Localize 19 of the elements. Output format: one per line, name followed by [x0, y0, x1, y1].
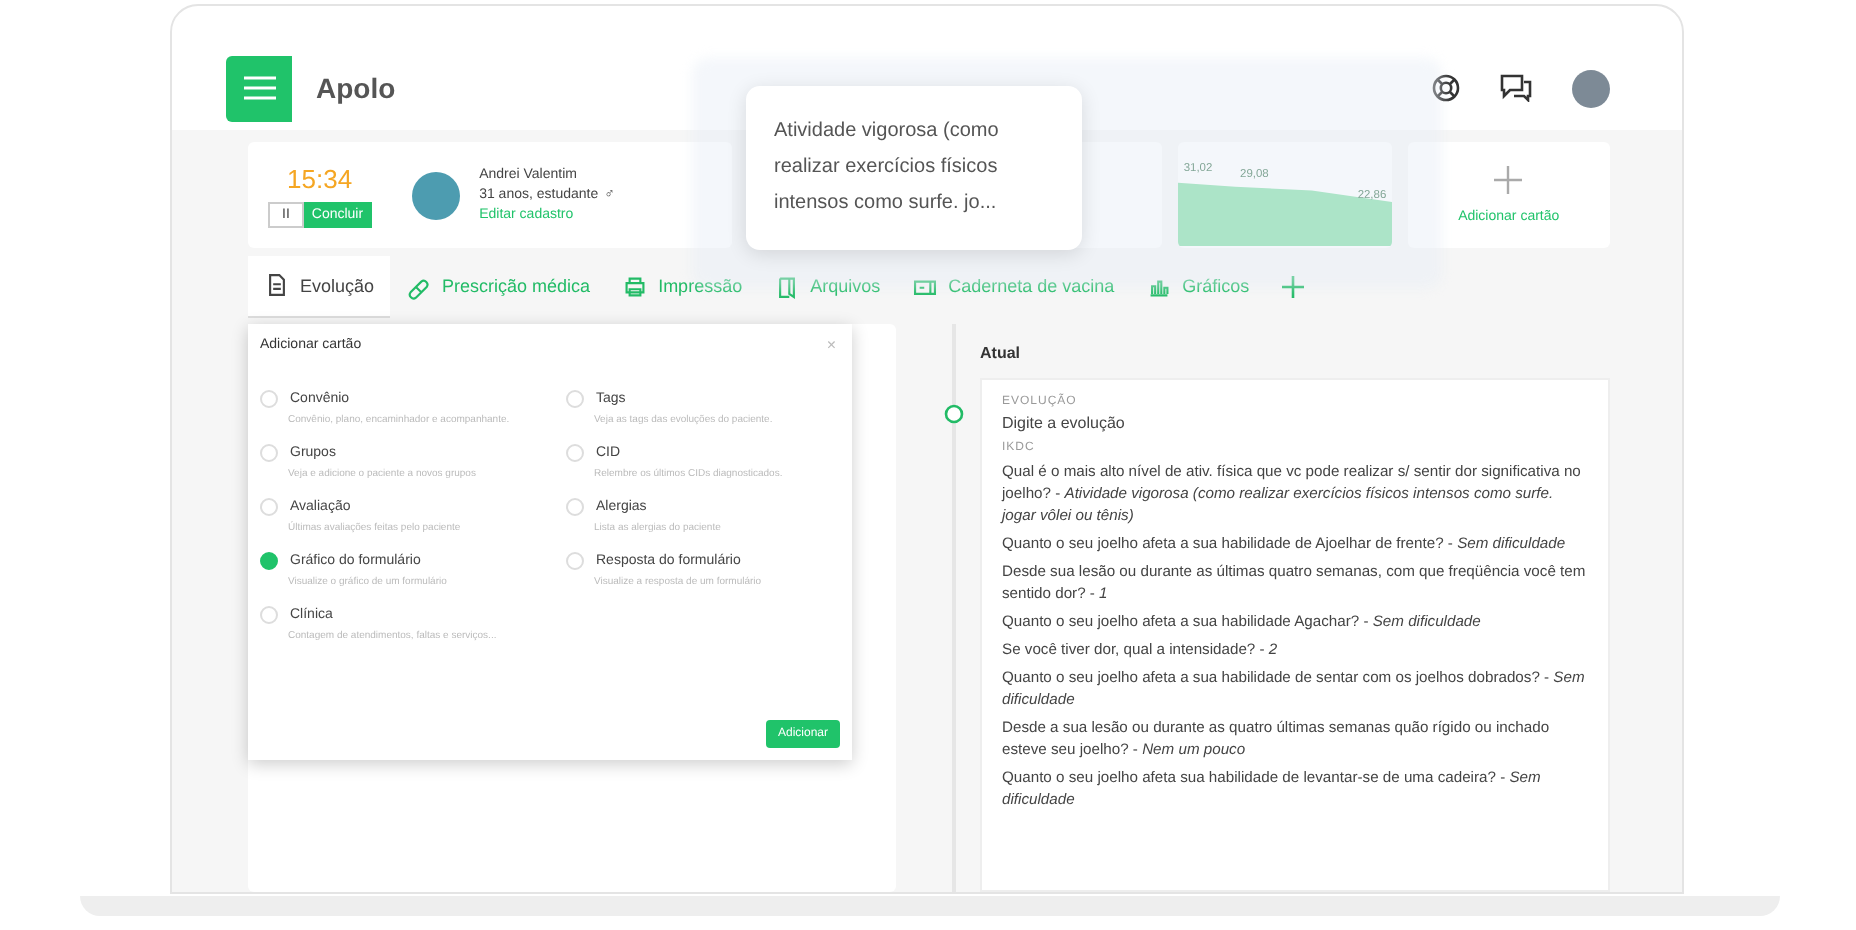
timeline-dot-icon — [944, 404, 964, 424]
radio-button[interactable] — [260, 552, 278, 570]
tab[interactable]: Evolução — [248, 255, 391, 317]
tab-icon — [774, 273, 801, 299]
plus-icon — [1494, 166, 1523, 194]
plus-icon — [1281, 275, 1304, 297]
menu-button[interactable] — [226, 55, 292, 121]
chat-icon[interactable] — [1500, 74, 1532, 102]
tooltip: Atividade vigorosa (como realizar exercícios físicos intensos como surfe. jo... — [746, 86, 1082, 250]
user-avatar[interactable] — [1572, 69, 1610, 107]
timer-text: 15:34 — [287, 163, 353, 193]
patient-avatar — [411, 171, 460, 219]
evolution-input[interactable]: Digite a evolução — [1002, 414, 1588, 432]
menu-icon — [243, 76, 275, 100]
app-title: Apolo — [316, 72, 396, 104]
lifebuoy-icon[interactable] — [1432, 74, 1460, 102]
tab-icon — [264, 272, 290, 298]
tab-icon — [622, 273, 649, 299]
section-heading: Atual — [980, 344, 1022, 362]
